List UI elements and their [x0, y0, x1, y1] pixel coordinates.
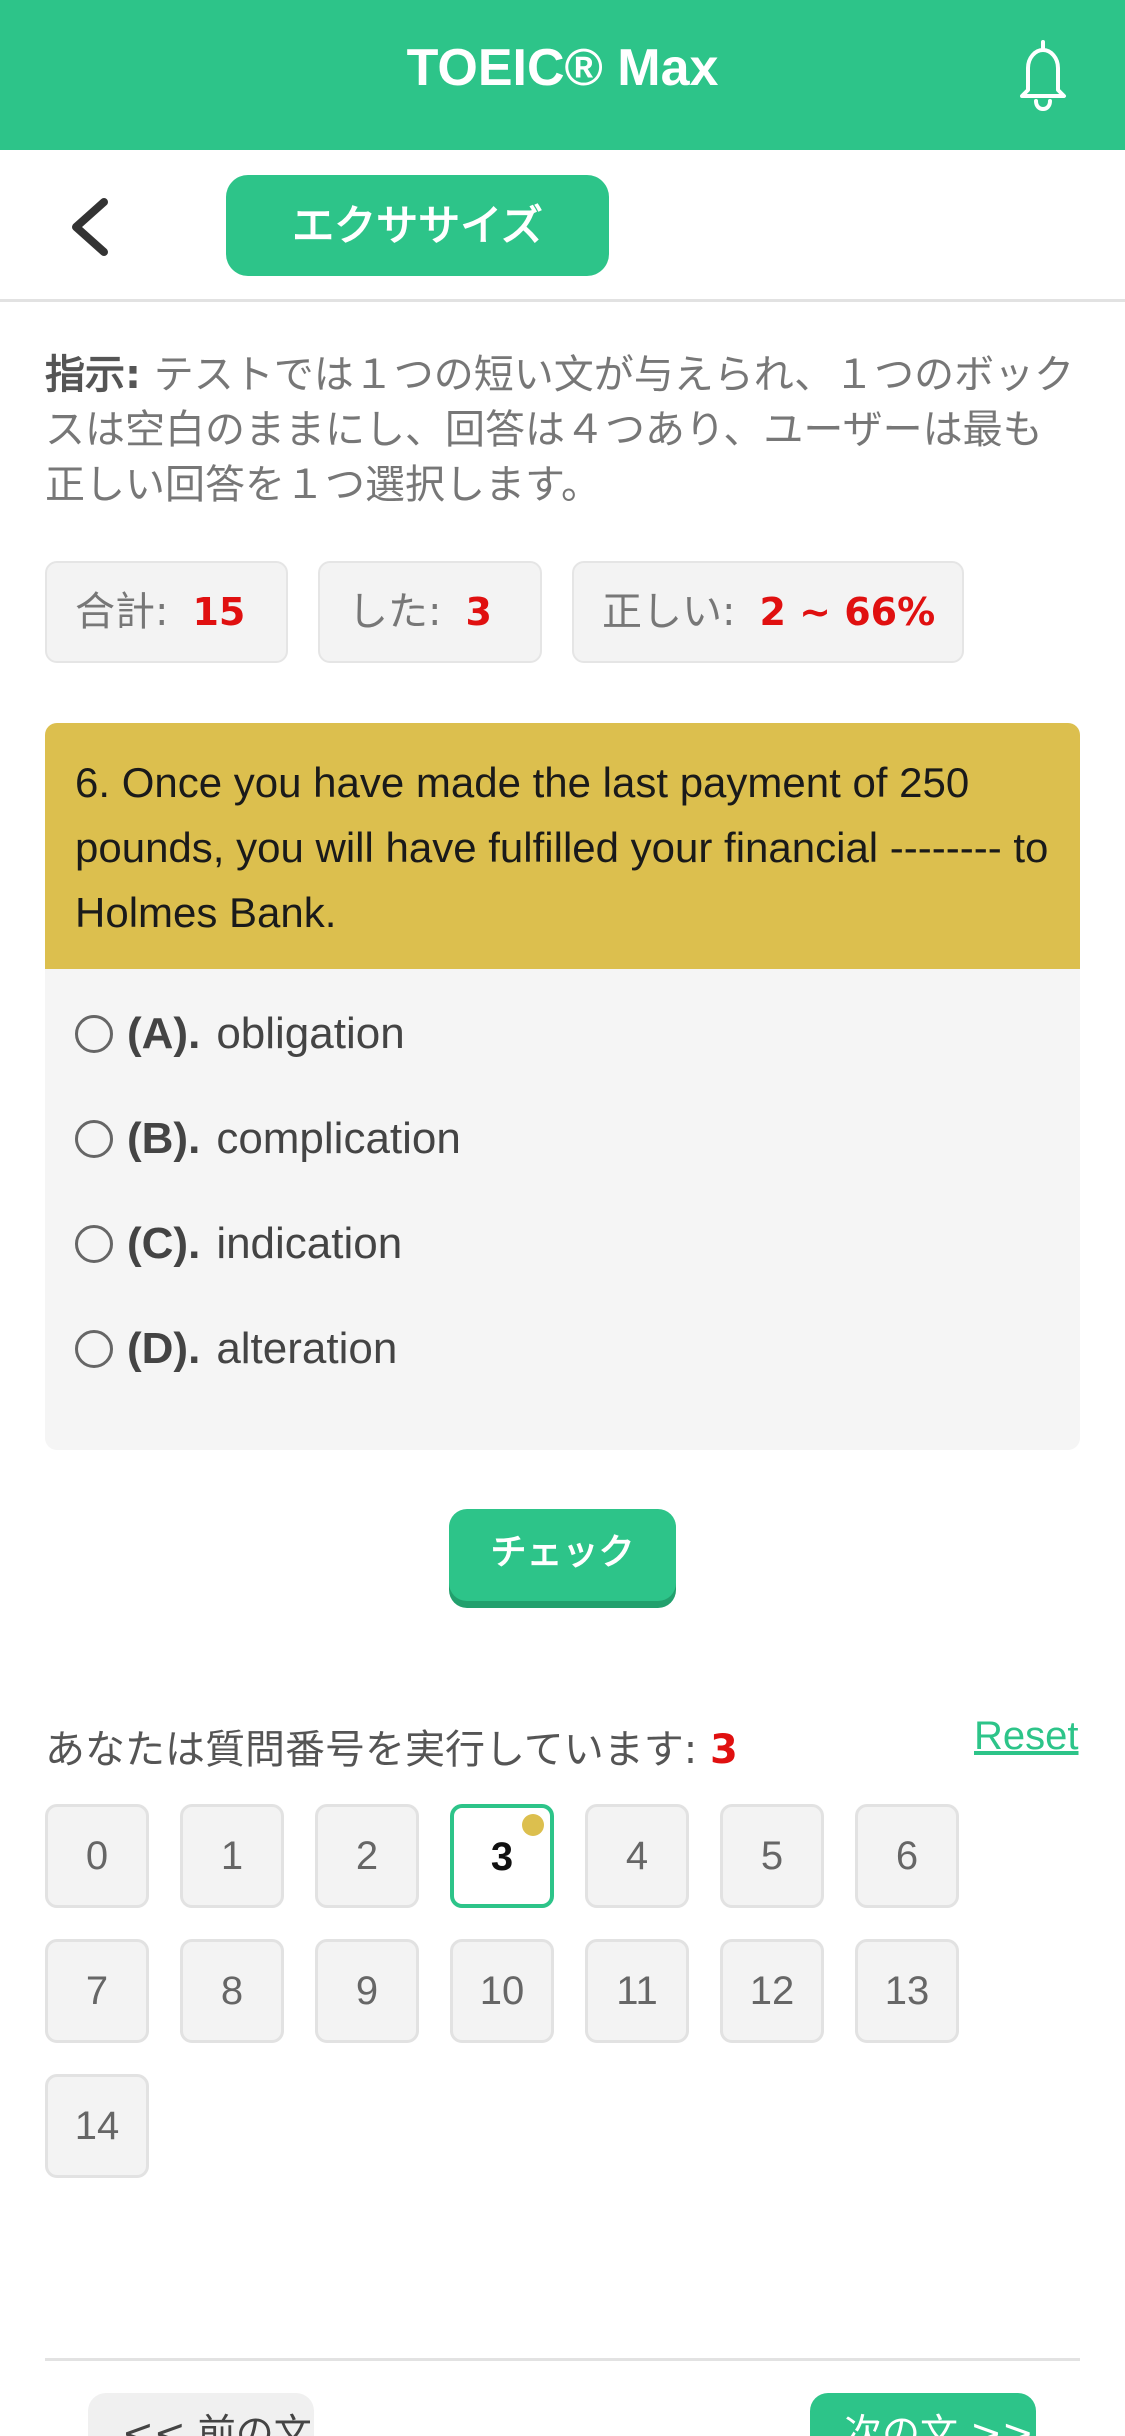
divider — [45, 2358, 1080, 2361]
chevron-left-icon[interactable] — [62, 192, 118, 262]
stat-total: 合計: 15 — [45, 561, 288, 663]
question-number-button[interactable]: 12 — [720, 1939, 824, 2043]
question-number-button-current[interactable]: 3 — [450, 1804, 554, 1908]
radio-button[interactable] — [75, 1224, 113, 1263]
check-button[interactable]: チェック — [449, 1509, 676, 1601]
question-text: 6. Once you have made the last payment o… — [45, 723, 1080, 969]
reset-link[interactable]: Reset — [974, 1714, 1079, 1759]
option-b[interactable]: (B). complication — [45, 1086, 1080, 1191]
radio-button[interactable] — [75, 1014, 113, 1053]
stat-correct-value: 2 ~ 66% — [759, 590, 936, 634]
current-question-number: 3 — [710, 1727, 738, 1773]
exercise-button[interactable]: エクササイズ — [226, 175, 609, 276]
previous-sentence-button[interactable]: << 前の文 — [88, 2393, 314, 2436]
stat-done: した: 3 — [318, 561, 542, 663]
option-c[interactable]: (C). indication — [45, 1191, 1080, 1296]
option-letter: (B). — [127, 1113, 201, 1163]
exercise-bar: エクササイズ — [0, 150, 1125, 302]
app-header: TOEIC® Max — [0, 0, 1125, 150]
question-card: 6. Once you have made the last payment o… — [45, 723, 1080, 1450]
question-number-button[interactable]: 6 — [855, 1804, 959, 1908]
instruction-label: 指示: — [45, 352, 141, 398]
instruction-text: 指示: テストでは１つの短い文が与えられ、１つのボックスは空白のままにし、回答は… — [45, 348, 1080, 513]
question-number-button[interactable]: 8 — [180, 1939, 284, 2043]
option-letter: (D). — [127, 1323, 201, 1373]
question-number-button[interactable]: 4 — [585, 1804, 689, 1908]
question-number-button[interactable]: 14 — [45, 2074, 149, 2178]
option-text: complication — [216, 1113, 461, 1163]
option-text: obligation — [216, 1008, 405, 1058]
option-d[interactable]: (D). alteration — [45, 1296, 1080, 1401]
stat-total-label: 合計: — [75, 589, 169, 635]
bell-icon[interactable] — [1008, 38, 1078, 112]
stat-done-label: した: — [348, 589, 442, 635]
question-number-button[interactable]: 10 — [450, 1939, 554, 2043]
option-letter: (C). — [127, 1218, 201, 1268]
option-letter: (A). — [127, 1008, 201, 1058]
current-indicator-dot — [522, 1814, 544, 1836]
instruction-body: テストでは１つの短い文が与えられ、１つのボックスは空白のままにし、回答は４つあり… — [45, 352, 1075, 508]
app-title: TOEIC® Max — [406, 39, 719, 97]
radio-button[interactable] — [75, 1119, 113, 1158]
question-number-button[interactable]: 7 — [45, 1939, 149, 2043]
stat-correct: 正しい: 2 ~ 66% — [572, 561, 964, 663]
question-number-label: 3 — [490, 1835, 514, 1879]
question-number-button[interactable]: 0 — [45, 1804, 149, 1908]
question-number-button[interactable]: 1 — [180, 1804, 284, 1908]
question-number-button[interactable]: 11 — [585, 1939, 689, 2043]
answer-options: (A). obligation (B). complication (C). i… — [45, 969, 1080, 1401]
stat-total-value: 15 — [192, 590, 246, 634]
question-number-button[interactable]: 13 — [855, 1939, 959, 2043]
option-a[interactable]: (A). obligation — [45, 981, 1080, 1086]
progress-text: あなたは質問番号を実行しています: — [45, 1727, 698, 1773]
question-number-button[interactable]: 2 — [315, 1804, 419, 1908]
radio-button[interactable] — [75, 1329, 113, 1368]
progress-label: あなたは質問番号を実行しています: 3 — [45, 1717, 738, 1775]
stat-correct-label: 正しい: — [602, 589, 736, 635]
stat-done-value: 3 — [465, 590, 492, 634]
next-sentence-button[interactable]: 次の文 >> — [810, 2393, 1036, 2436]
question-number-button[interactable]: 5 — [720, 1804, 824, 1908]
option-text: alteration — [216, 1323, 398, 1373]
question-number-button[interactable]: 9 — [315, 1939, 419, 2043]
option-text: indication — [216, 1218, 403, 1268]
